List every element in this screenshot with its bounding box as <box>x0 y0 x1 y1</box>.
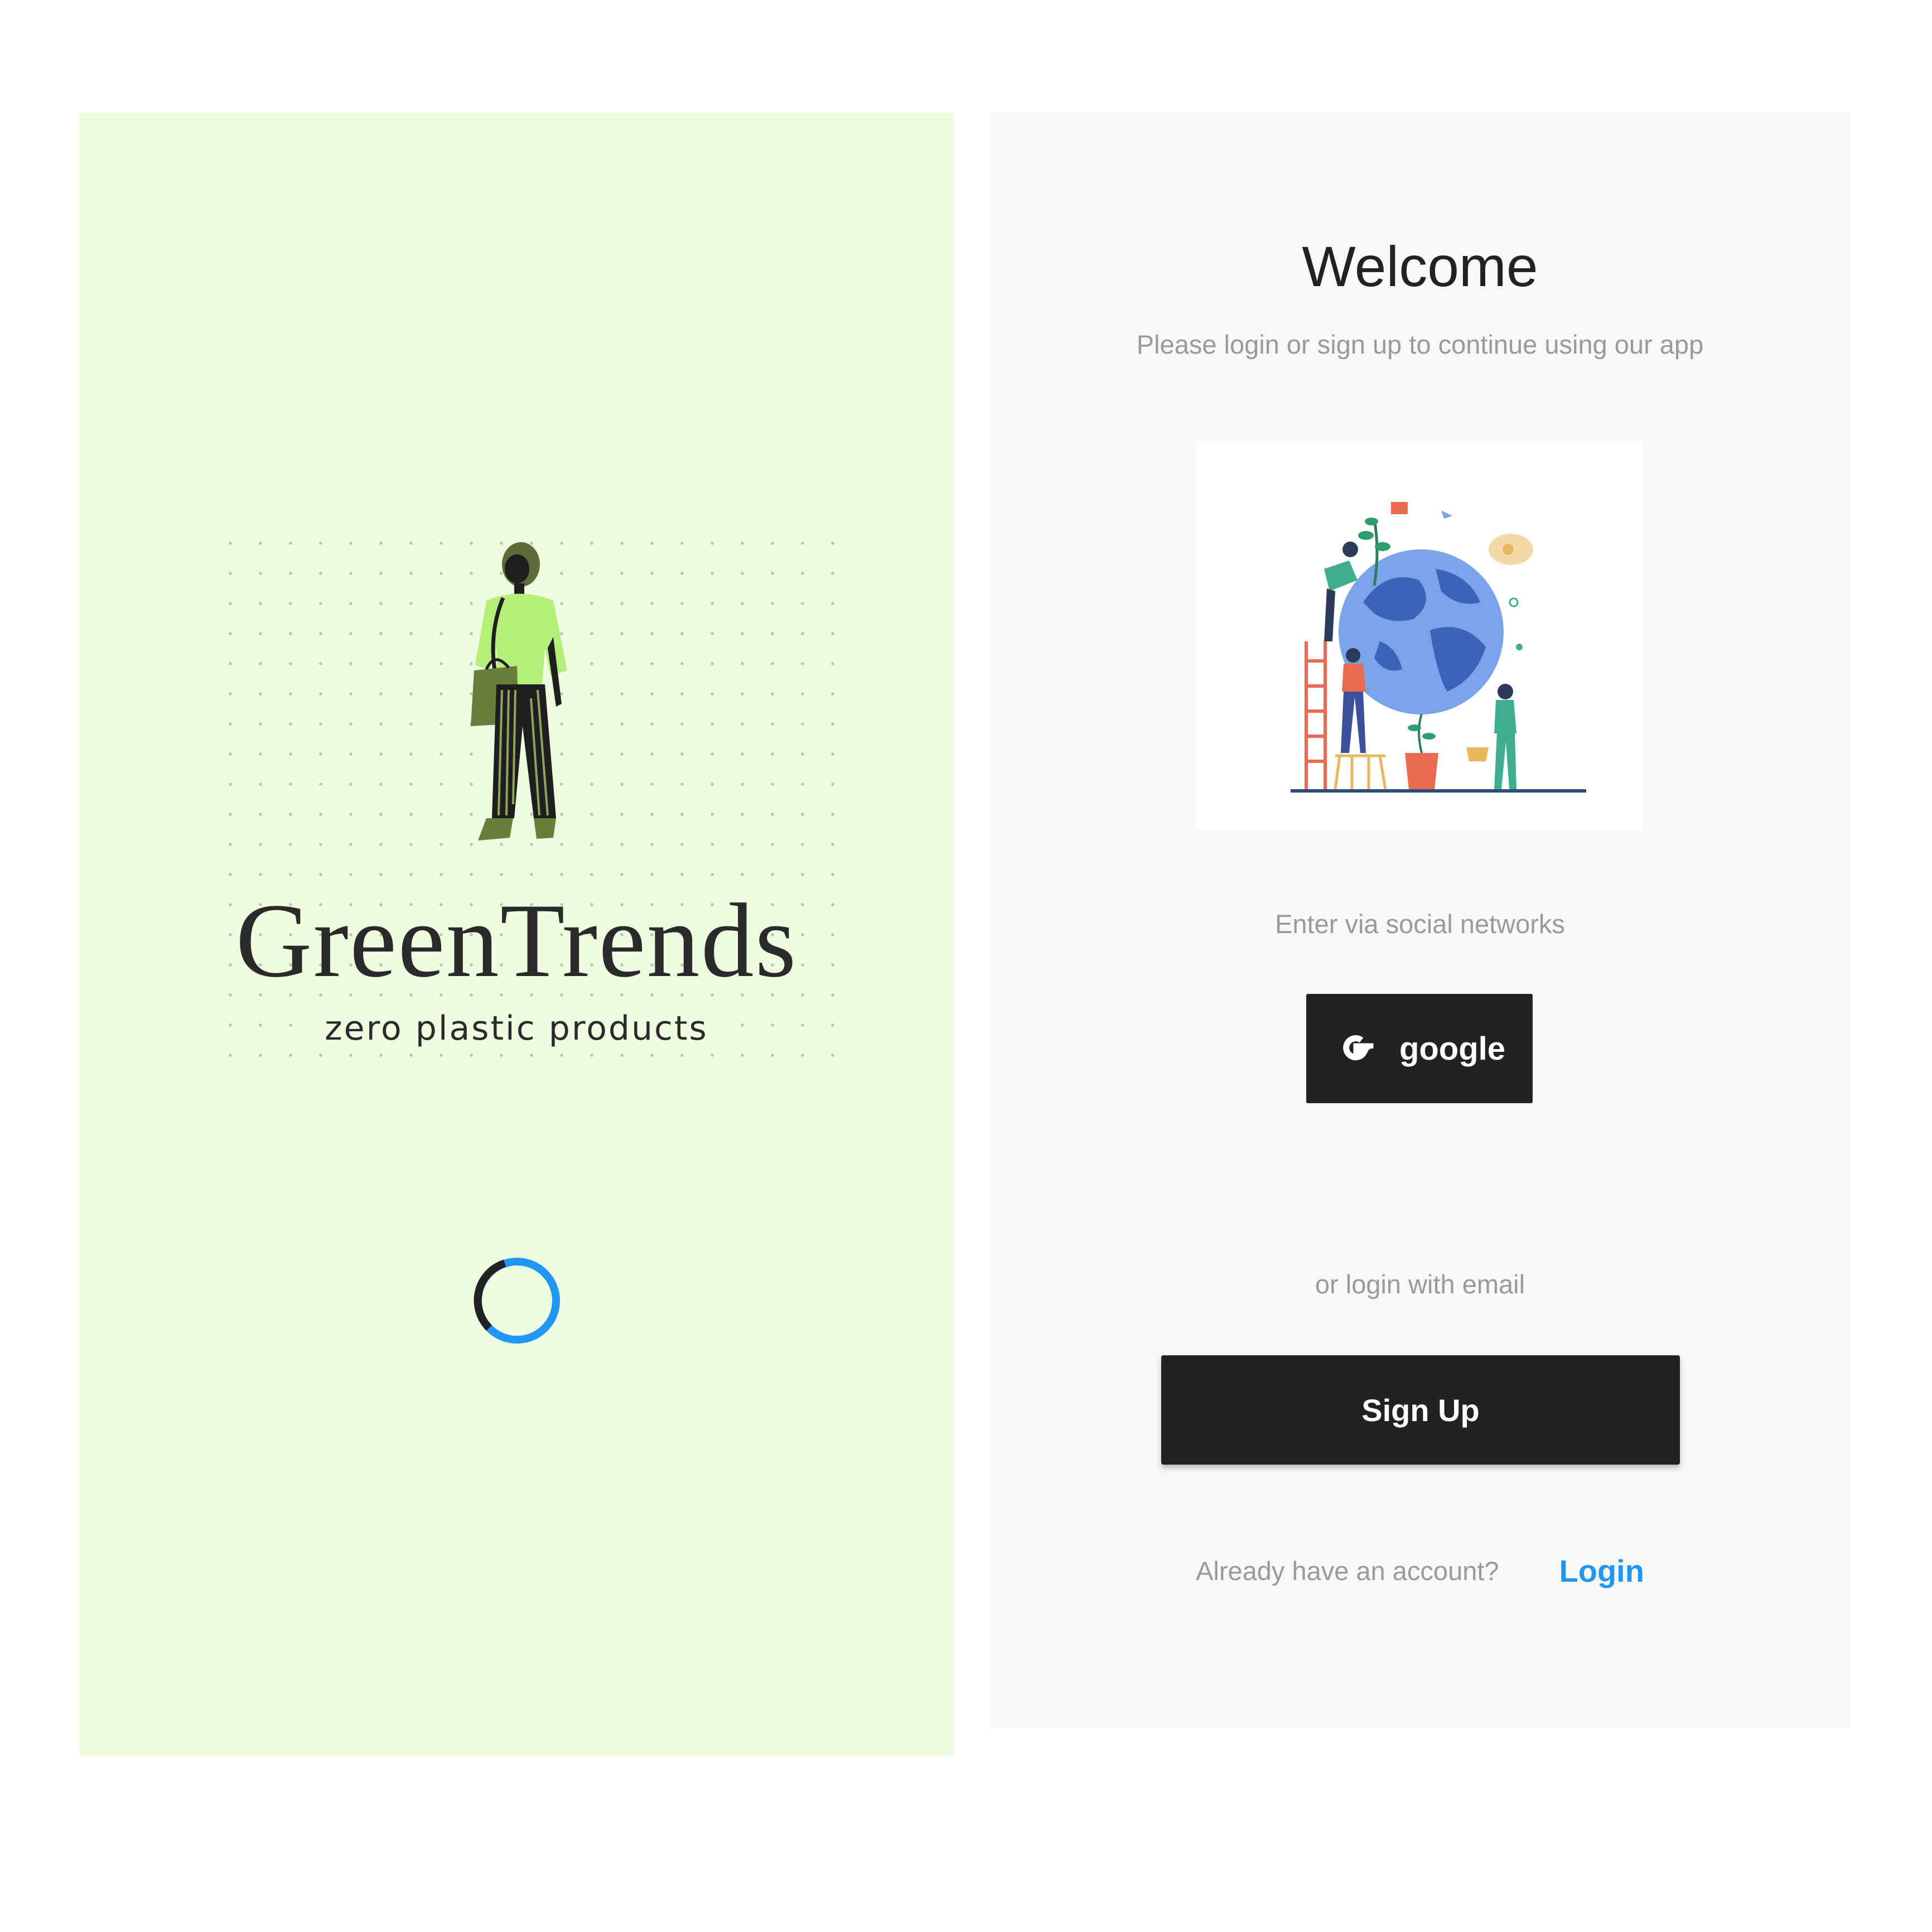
brand-title: GreenTrends <box>235 882 798 999</box>
google-icon <box>1343 1035 1374 1061</box>
google-login-button[interactable]: google <box>1306 994 1533 1103</box>
account-prompt: Already have an account? Login <box>989 1553 1851 1589</box>
spinner-icon <box>474 1258 560 1344</box>
social-networks-label: Enter via social networks <box>1275 909 1565 939</box>
page-subtitle: Please login or sign up to continue usin… <box>1136 330 1704 359</box>
brand-subtitle: zero plastic products <box>79 1009 954 1048</box>
email-login-label: or login with email <box>1315 1269 1525 1299</box>
page-title: Welcome <box>1302 235 1538 298</box>
brand-subtitle-text: zero plastic products <box>308 1009 725 1048</box>
google-button-label: google <box>1399 1030 1506 1067</box>
woman-with-bag-illustration <box>471 542 567 841</box>
sign-up-button[interactable]: Sign Up <box>1161 1355 1680 1465</box>
login-link[interactable]: Login <box>1559 1553 1644 1589</box>
login-screen: Welcome Please login or sign up to conti… <box>989 113 1851 1728</box>
globe-people-illustration <box>1196 441 1643 830</box>
account-prompt-text: Already have an account? <box>1196 1556 1499 1586</box>
splash-screen: GreenTrends zero plastic products <box>79 113 954 1756</box>
